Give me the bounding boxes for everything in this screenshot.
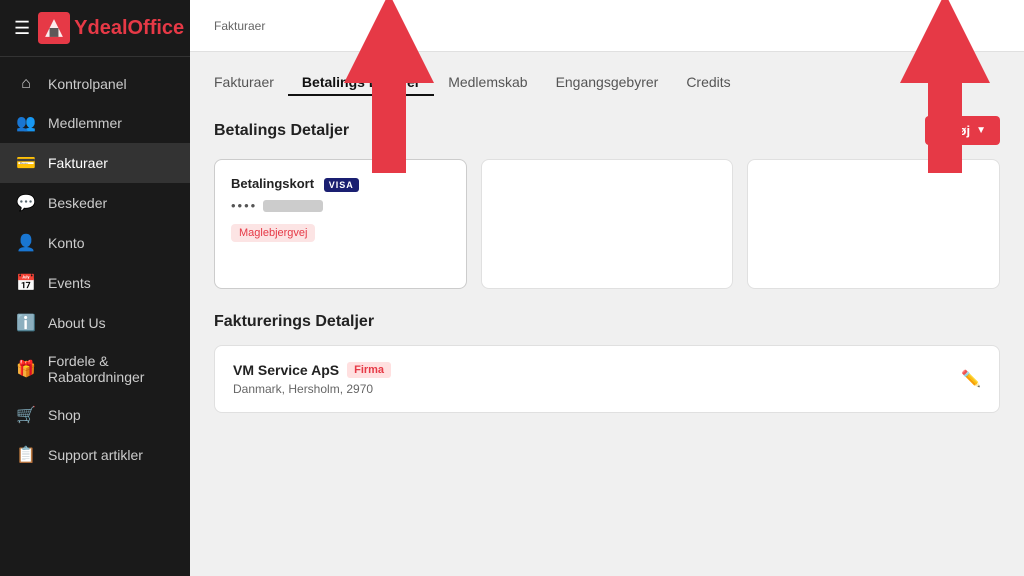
fakturerings-section-header: Fakturerings Detaljer (214, 313, 1000, 331)
payment-card-active[interactable]: Betalingskort VISA •••• Maglebjergvej (214, 159, 467, 289)
sidebar-item-label: Fordele & Rabatordninger (48, 353, 174, 385)
logo: YdealOffice (38, 12, 184, 44)
logo-text-suffix: Office (128, 17, 185, 39)
billing-name-row: VM Service ApS Firma (233, 362, 391, 378)
tab-betalings-detaljer[interactable]: Betalings Detaljer (288, 68, 434, 96)
top-bar: Fakturaer (190, 0, 1024, 52)
sidebar-nav: ⌂ Kontrolpanel 👥 Medlemmer 💳 Fakturaer 💬 Besked… (0, 57, 190, 576)
sidebar-item-label: Beskeder (48, 195, 107, 211)
billing-card: VM Service ApS Firma Danmark, Hersholm, … (214, 345, 1000, 413)
edit-icon[interactable]: ✏️ (961, 369, 981, 389)
sidebar-item-label: Konto (48, 235, 85, 251)
payment-card-empty-1 (481, 159, 734, 289)
company-name: VM Service ApS (233, 362, 339, 378)
sidebar-item-events[interactable]: 📅 Events (0, 263, 190, 303)
card-label: Betalingskort VISA (231, 176, 450, 192)
betalings-section-header: Betalings Detaljer Tilføj ▼ (214, 116, 1000, 145)
sidebar: ☰ YdealOffice ⌂ Kontrolpanel 👥 Medlemmer 💳 Fa… (0, 0, 190, 576)
tab-engangsgebyrer[interactable]: Engangsgebyrer (542, 68, 673, 96)
sidebar-item-label: Kontrolpanel (48, 76, 127, 92)
sidebar-item-label: Medlemmer (48, 115, 122, 131)
card-number: •••• (231, 198, 450, 213)
sidebar-item-label: About Us (48, 315, 106, 331)
breadcrumb: Fakturaer (214, 19, 265, 33)
card-tag: Maglebjergvej (231, 224, 315, 242)
sidebar-item-fakturaer[interactable]: 💳 Fakturaer (0, 143, 190, 183)
sidebar-item-beskeder[interactable]: 💬 Beskeder (0, 183, 190, 223)
sidebar-item-shop[interactable]: 🛒 Shop (0, 395, 190, 435)
payment-card-empty-2 (747, 159, 1000, 289)
events-icon: 📅 (16, 273, 36, 293)
konto-icon: 👤 (16, 233, 36, 253)
firma-badge: Firma (347, 362, 391, 378)
add-button[interactable]: Tilføj ▼ (925, 116, 1000, 145)
card-number-masked (263, 200, 323, 212)
logo-text: YdealOffice (74, 17, 184, 40)
main-content: Fakturaer FakturaerBetalings DetaljerMed… (190, 0, 1024, 576)
logo-text-prefix: Ydeal (74, 17, 127, 39)
fakturaer-icon: 💳 (16, 153, 36, 173)
tab-medlemskab[interactable]: Medlemskab (434, 68, 541, 96)
beskeder-icon: 💬 (16, 193, 36, 213)
payment-cards-row: Betalingskort VISA •••• Maglebjergvej (214, 159, 1000, 289)
fakturerings-section-title: Fakturerings Detaljer (214, 313, 374, 331)
support-icon: 📋 (16, 445, 36, 465)
tab-fakturaer[interactable]: Fakturaer (214, 68, 288, 96)
sidebar-item-support[interactable]: 📋 Support artikler (0, 435, 190, 475)
billing-address: Danmark, Hersholm, 2970 (233, 382, 391, 396)
sidebar-item-label: Shop (48, 407, 81, 423)
sidebar-item-konto[interactable]: 👤 Konto (0, 223, 190, 263)
kontrolpanel-icon: ⌂ (16, 75, 36, 93)
content-area: FakturaerBetalings DetaljerMedlemskabEng… (190, 52, 1024, 429)
sidebar-item-medlemmer[interactable]: 👥 Medlemmer (0, 103, 190, 143)
sidebar-item-label: Fakturaer (48, 155, 108, 171)
content-wrapper: Betalings Detaljer Tilføj ▼ Betalingskor… (214, 116, 1000, 413)
sidebar-item-label: Support artikler (48, 447, 143, 463)
visa-badge: VISA (324, 178, 359, 192)
add-button-label: Tilføj (939, 123, 970, 138)
about-us-icon: ℹ️ (16, 313, 36, 333)
logo-icon (38, 12, 70, 44)
billing-info: VM Service ApS Firma Danmark, Hersholm, … (233, 362, 391, 396)
hamburger-icon[interactable]: ☰ (14, 18, 30, 39)
shop-icon: 🛒 (16, 405, 36, 425)
sidebar-item-about-us[interactable]: ℹ️ About Us (0, 303, 190, 343)
sidebar-item-fordele[interactable]: 🎁 Fordele & Rabatordninger (0, 343, 190, 395)
sidebar-item-label: Events (48, 275, 91, 291)
betalings-section-title: Betalings Detaljer (214, 122, 349, 140)
fordele-icon: 🎁 (16, 359, 36, 379)
tab-credits[interactable]: Credits (672, 68, 744, 96)
chevron-down-icon: ▼ (976, 125, 986, 136)
sidebar-item-kontrolpanel[interactable]: ⌂ Kontrolpanel (0, 65, 190, 103)
medlemmer-icon: 👥 (16, 113, 36, 133)
sidebar-header: ☰ YdealOffice (0, 0, 190, 57)
tabs-bar: FakturaerBetalings DetaljerMedlemskabEng… (214, 68, 1000, 96)
